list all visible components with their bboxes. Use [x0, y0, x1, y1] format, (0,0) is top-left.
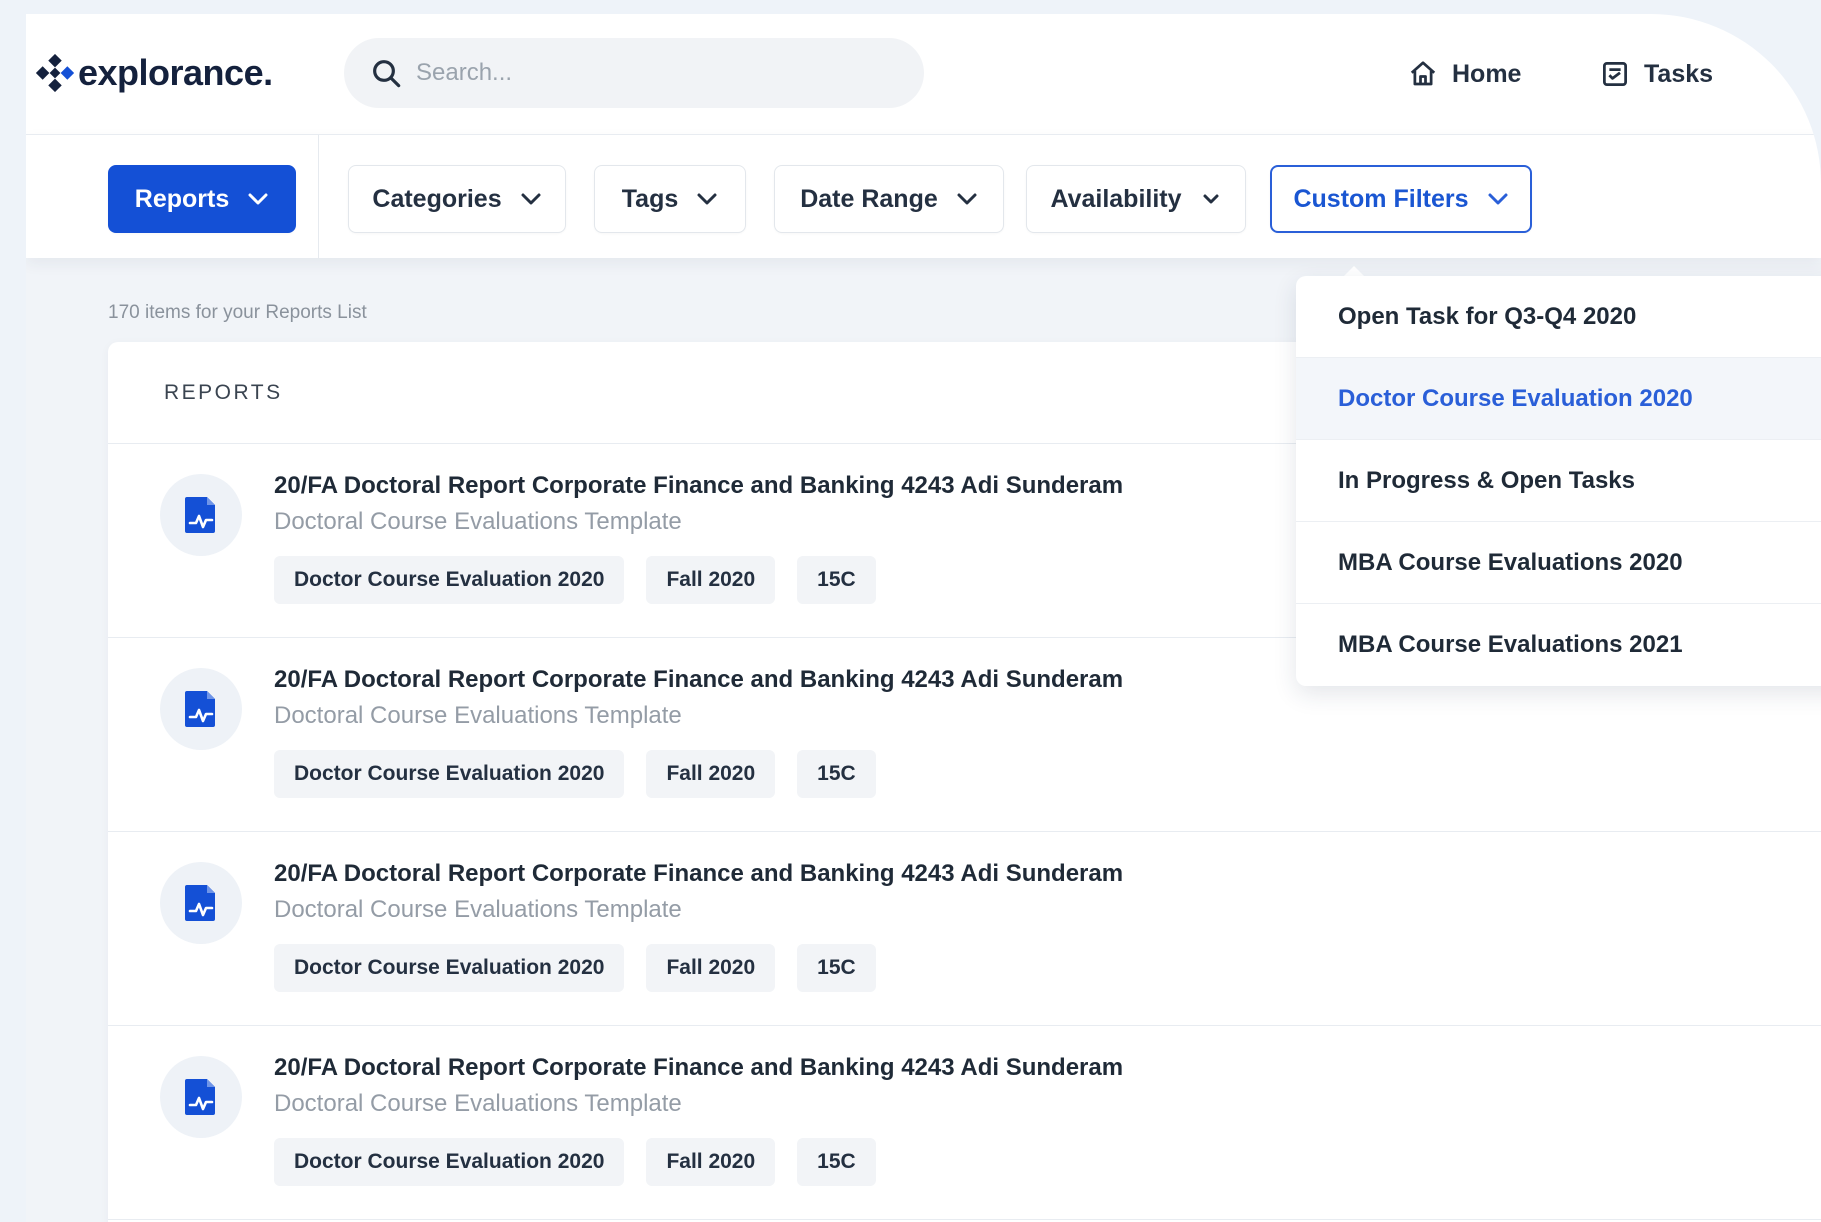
results-count: 170 items for your Reports List	[108, 302, 367, 323]
tag-chip[interactable]: 15C	[797, 1138, 876, 1186]
availability-filter-button[interactable]: Availability	[1026, 165, 1246, 233]
reports-label: Reports	[134, 184, 230, 213]
top-bar: explorance. Home Tasks	[26, 14, 1821, 134]
chevron-down-icon	[1488, 193, 1508, 205]
custom-filters-label: Custom Filters	[1293, 184, 1469, 213]
search-input[interactable]	[416, 59, 876, 87]
chevron-down-icon	[957, 193, 977, 205]
availability-label: Availability	[1050, 184, 1182, 213]
nav-tasks-label: Tasks	[1644, 59, 1714, 88]
report-tags: Doctor Course Evaluation 2020 Fall 2020 …	[274, 1138, 876, 1186]
report-file-icon	[160, 1056, 242, 1138]
report-row[interactable]: 20/FA Doctoral Report Corporate Finance …	[108, 1026, 1821, 1220]
menu-item-mba-course-evaluations-2020[interactable]: MBA Course Evaluations 2020	[1296, 522, 1821, 604]
menu-item-mba-course-evaluations-2021[interactable]: MBA Course Evaluations 2021	[1296, 604, 1821, 686]
report-title[interactable]: 20/FA Doctoral Report Corporate Finance …	[274, 472, 1123, 500]
filter-bar: Reports Categories Tags Date Range Avail…	[26, 134, 1821, 259]
report-file-icon	[160, 862, 242, 944]
report-title[interactable]: 20/FA Doctoral Report Corporate Finance …	[274, 666, 1123, 694]
tag-chip[interactable]: 15C	[797, 750, 876, 798]
search-icon	[373, 60, 401, 88]
report-template: Doctoral Course Evaluations Template	[274, 1090, 682, 1117]
categories-filter-button[interactable]: Categories	[348, 165, 566, 233]
explorance-logo-icon	[36, 54, 74, 92]
tag-chip[interactable]: Fall 2020	[646, 750, 776, 798]
chevron-down-icon	[697, 193, 717, 205]
report-template: Doctoral Course Evaluations Template	[274, 702, 682, 729]
custom-filters-button[interactable]: Custom Filters	[1270, 165, 1532, 233]
search-bar[interactable]	[344, 38, 924, 108]
tag-chip[interactable]: 15C	[797, 944, 876, 992]
chevron-down-icon	[248, 193, 268, 205]
date-range-label: Date Range	[800, 184, 938, 213]
report-row[interactable]: 20/FA Doctoral Report Corporate Finance …	[108, 832, 1821, 1026]
report-title[interactable]: 20/FA Doctoral Report Corporate Finance …	[274, 860, 1123, 888]
chevron-down-icon	[521, 193, 541, 205]
report-tags: Doctor Course Evaluation 2020 Fall 2020 …	[274, 750, 876, 798]
tag-chip[interactable]: Doctor Course Evaluation 2020	[274, 944, 625, 992]
custom-filters-menu: Open Task for Q3-Q4 2020 Doctor Course E…	[1296, 276, 1821, 686]
logo[interactable]: explorance.	[36, 50, 273, 96]
tag-chip[interactable]: Fall 2020	[646, 556, 776, 604]
tag-chip[interactable]: Doctor Course Evaluation 2020	[274, 556, 625, 604]
report-template: Doctoral Course Evaluations Template	[274, 508, 682, 535]
report-file-icon	[160, 668, 242, 750]
menu-item-open-task-q3-q4-2020[interactable]: Open Task for Q3-Q4 2020	[1296, 276, 1821, 358]
chevron-down-icon	[1203, 194, 1219, 204]
app-window: explorance. Home Tasks	[26, 14, 1821, 1222]
tags-filter-button[interactable]: Tags	[594, 165, 746, 233]
tasks-icon	[1603, 62, 1627, 86]
reports-list-title: REPORTS	[164, 380, 283, 404]
brand-name: explorance.	[78, 52, 273, 93]
menu-item-in-progress-open-tasks[interactable]: In Progress & Open Tasks	[1296, 440, 1821, 522]
report-tags: Doctor Course Evaluation 2020 Fall 2020 …	[274, 944, 876, 992]
filter-divider	[318, 135, 319, 259]
tags-label: Tags	[621, 184, 679, 213]
nav-tasks[interactable]: Tasks	[1600, 54, 1713, 94]
report-tags: Doctor Course Evaluation 2020 Fall 2020 …	[274, 556, 876, 604]
date-range-filter-button[interactable]: Date Range	[774, 165, 1004, 233]
report-title[interactable]: 20/FA Doctoral Report Corporate Finance …	[274, 1054, 1123, 1082]
menu-item-doctor-course-evaluation-2020[interactable]: Doctor Course Evaluation 2020	[1296, 358, 1821, 440]
home-icon	[1410, 61, 1436, 86]
tag-chip[interactable]: Doctor Course Evaluation 2020	[274, 1138, 625, 1186]
reports-dropdown-button[interactable]: Reports	[108, 165, 296, 233]
nav-home-label: Home	[1452, 59, 1522, 88]
tag-chip[interactable]: Fall 2020	[646, 944, 776, 992]
tag-chip[interactable]: 15C	[797, 556, 876, 604]
report-template: Doctoral Course Evaluations Template	[274, 896, 682, 923]
tag-chip[interactable]: Fall 2020	[646, 1138, 776, 1186]
tag-chip[interactable]: Doctor Course Evaluation 2020	[274, 750, 625, 798]
report-file-icon	[160, 474, 242, 556]
categories-label: Categories	[372, 184, 502, 213]
dropdown-caret	[1344, 266, 1364, 276]
nav-home[interactable]: Home	[1408, 54, 1521, 94]
